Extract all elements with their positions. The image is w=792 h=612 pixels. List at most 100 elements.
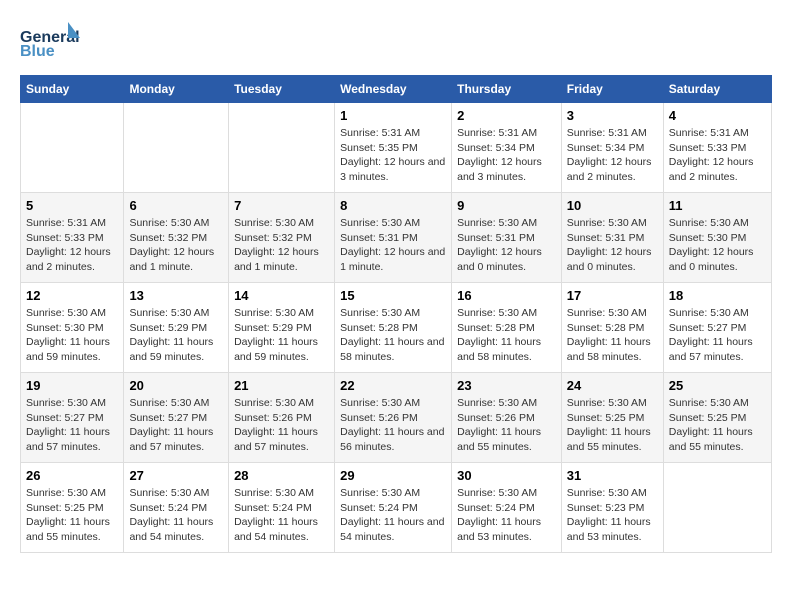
day-number: 10	[567, 198, 658, 213]
day-number: 23	[457, 378, 556, 393]
calendar-cell: 19 Sunrise: 5:30 AM Sunset: 5:27 PM Dayli…	[21, 373, 124, 463]
calendar-table: SundayMondayTuesdayWednesdayThursdayFrid…	[20, 75, 772, 553]
page-header: General Blue	[20, 20, 772, 65]
calendar-cell: 10 Sunrise: 5:30 AM Sunset: 5:31 PM Dayli…	[561, 193, 663, 283]
calendar-cell: 31Sunrise: 5:30 AM Sunset: 5:23 PM Dayli…	[561, 463, 663, 553]
day-number: 2	[457, 108, 556, 123]
day-info: Sunrise: 5:30 AM Sunset: 5:24 PM Dayligh…	[340, 486, 446, 545]
day-info: Sunrise: 5:30 AM Sunset: 5:27 PM Dayligh…	[129, 396, 223, 455]
calendar-cell: 12 Sunrise: 5:30 AM Sunset: 5:30 PM Dayli…	[21, 283, 124, 373]
header-thursday: Thursday	[452, 76, 562, 103]
day-number: 27	[129, 468, 223, 483]
calendar-cell: 26 Sunrise: 5:30 AM Sunset: 5:25 PM Dayli…	[21, 463, 124, 553]
header-wednesday: Wednesday	[335, 76, 452, 103]
svg-text:Blue: Blue	[20, 43, 55, 60]
calendar-cell: 21 Sunrise: 5:30 AM Sunset: 5:26 PM Dayli…	[229, 373, 335, 463]
calendar-cell: 14 Sunrise: 5:30 AM Sunset: 5:29 PM Dayli…	[229, 283, 335, 373]
calendar-cell: 6Sunrise: 5:30 AM Sunset: 5:32 PM Daylig…	[124, 193, 229, 283]
calendar-cell: 22Sunrise: 5:30 AM Sunset: 5:26 PM Dayli…	[335, 373, 452, 463]
calendar-cell: 11Sunrise: 5:30 AM Sunset: 5:30 PM Dayli…	[663, 193, 771, 283]
day-info: Sunrise: 5:30 AM Sunset: 5:24 PM Dayligh…	[234, 486, 329, 545]
calendar-cell: 5 Sunrise: 5:31 AM Sunset: 5:33 PM Daylig…	[21, 193, 124, 283]
day-info: Sunrise: 5:30 AM Sunset: 5:26 PM Dayligh…	[457, 396, 556, 455]
calendar-cell: 13 Sunrise: 5:30 AM Sunset: 5:29 PM Dayli…	[124, 283, 229, 373]
calendar-cell	[229, 103, 335, 193]
calendar-cell: 15 Sunrise: 5:30 AM Sunset: 5:28 PM Dayli…	[335, 283, 452, 373]
day-info: Sunrise: 5:30 AM Sunset: 5:24 PM Dayligh…	[457, 486, 556, 545]
logo: General Blue	[20, 20, 80, 65]
day-info: Sunrise: 5:30 AM Sunset: 5:29 PM Dayligh…	[234, 306, 329, 365]
header-monday: Monday	[124, 76, 229, 103]
calendar-cell: 29 Sunrise: 5:30 AM Sunset: 5:24 PM Dayli…	[335, 463, 452, 553]
calendar-cell: 28Sunrise: 5:30 AM Sunset: 5:24 PM Dayli…	[229, 463, 335, 553]
calendar-cell: 18 Sunrise: 5:30 AM Sunset: 5:27 PM Dayli…	[663, 283, 771, 373]
day-info: Sunrise: 5:31 AM Sunset: 5:35 PM Dayligh…	[340, 126, 446, 185]
day-info: Sunrise: 5:30 AM Sunset: 5:27 PM Dayligh…	[669, 306, 766, 365]
calendar-cell: 4 Sunrise: 5:31 AM Sunset: 5:33 PM Daylig…	[663, 103, 771, 193]
day-info: Sunrise: 5:30 AM Sunset: 5:32 PM Dayligh…	[234, 216, 329, 275]
day-info: Sunrise: 5:30 AM Sunset: 5:26 PM Dayligh…	[340, 396, 446, 455]
day-info: Sunrise: 5:30 AM Sunset: 5:26 PM Dayligh…	[234, 396, 329, 455]
calendar-cell: 7Sunrise: 5:30 AM Sunset: 5:32 PM Daylig…	[229, 193, 335, 283]
day-number: 18	[669, 288, 766, 303]
day-info: Sunrise: 5:31 AM Sunset: 5:34 PM Dayligh…	[567, 126, 658, 185]
day-number: 29	[340, 468, 446, 483]
calendar-cell	[124, 103, 229, 193]
header-friday: Friday	[561, 76, 663, 103]
day-number: 1	[340, 108, 446, 123]
day-info: Sunrise: 5:30 AM Sunset: 5:30 PM Dayligh…	[26, 306, 118, 365]
calendar-cell: 25 Sunrise: 5:30 AM Sunset: 5:25 PM Dayli…	[663, 373, 771, 463]
calendar-cell: 23 Sunrise: 5:30 AM Sunset: 5:26 PM Dayli…	[452, 373, 562, 463]
header-tuesday: Tuesday	[229, 76, 335, 103]
calendar-cell: 20 Sunrise: 5:30 AM Sunset: 5:27 PM Dayli…	[124, 373, 229, 463]
calendar-cell: 8 Sunrise: 5:30 AM Sunset: 5:31 PM Daylig…	[335, 193, 452, 283]
day-info: Sunrise: 5:31 AM Sunset: 5:33 PM Dayligh…	[26, 216, 118, 275]
day-number: 17	[567, 288, 658, 303]
calendar-cell	[21, 103, 124, 193]
day-number: 9	[457, 198, 556, 213]
day-number: 13	[129, 288, 223, 303]
week-row-2: 5 Sunrise: 5:31 AM Sunset: 5:33 PM Daylig…	[21, 193, 772, 283]
header-saturday: Saturday	[663, 76, 771, 103]
calendar-cell	[663, 463, 771, 553]
day-number: 19	[26, 378, 118, 393]
week-row-3: 12 Sunrise: 5:30 AM Sunset: 5:30 PM Dayli…	[21, 283, 772, 373]
calendar-cell: 16 Sunrise: 5:30 AM Sunset: 5:28 PM Dayli…	[452, 283, 562, 373]
calendar-cell: 30Sunrise: 5:30 AM Sunset: 5:24 PM Dayli…	[452, 463, 562, 553]
day-info: Sunrise: 5:30 AM Sunset: 5:25 PM Dayligh…	[26, 486, 118, 545]
day-number: 5	[26, 198, 118, 213]
day-number: 14	[234, 288, 329, 303]
day-number: 24	[567, 378, 658, 393]
day-info: Sunrise: 5:30 AM Sunset: 5:32 PM Dayligh…	[129, 216, 223, 275]
day-info: Sunrise: 5:30 AM Sunset: 5:28 PM Dayligh…	[340, 306, 446, 365]
day-info: Sunrise: 5:31 AM Sunset: 5:33 PM Dayligh…	[669, 126, 766, 185]
day-number: 8	[340, 198, 446, 213]
day-number: 4	[669, 108, 766, 123]
day-number: 21	[234, 378, 329, 393]
day-info: Sunrise: 5:30 AM Sunset: 5:27 PM Dayligh…	[26, 396, 118, 455]
day-info: Sunrise: 5:30 AM Sunset: 5:28 PM Dayligh…	[567, 306, 658, 365]
day-number: 15	[340, 288, 446, 303]
day-info: Sunrise: 5:30 AM Sunset: 5:29 PM Dayligh…	[129, 306, 223, 365]
day-number: 3	[567, 108, 658, 123]
day-number: 26	[26, 468, 118, 483]
calendar-cell: 9Sunrise: 5:30 AM Sunset: 5:31 PM Daylig…	[452, 193, 562, 283]
day-info: Sunrise: 5:30 AM Sunset: 5:31 PM Dayligh…	[340, 216, 446, 275]
calendar-cell: 17 Sunrise: 5:30 AM Sunset: 5:28 PM Dayli…	[561, 283, 663, 373]
calendar-cell: 24 Sunrise: 5:30 AM Sunset: 5:25 PM Dayli…	[561, 373, 663, 463]
day-info: Sunrise: 5:30 AM Sunset: 5:25 PM Dayligh…	[567, 396, 658, 455]
day-number: 20	[129, 378, 223, 393]
day-number: 12	[26, 288, 118, 303]
day-number: 16	[457, 288, 556, 303]
day-info: Sunrise: 5:30 AM Sunset: 5:25 PM Dayligh…	[669, 396, 766, 455]
day-number: 11	[669, 198, 766, 213]
day-number: 25	[669, 378, 766, 393]
calendar-cell: 2 Sunrise: 5:31 AM Sunset: 5:34 PM Daylig…	[452, 103, 562, 193]
week-row-1: 1 Sunrise: 5:31 AM Sunset: 5:35 PM Daylig…	[21, 103, 772, 193]
day-info: Sunrise: 5:31 AM Sunset: 5:34 PM Dayligh…	[457, 126, 556, 185]
day-info: Sunrise: 5:30 AM Sunset: 5:31 PM Dayligh…	[567, 216, 658, 275]
day-number: 31	[567, 468, 658, 483]
day-info: Sunrise: 5:30 AM Sunset: 5:28 PM Dayligh…	[457, 306, 556, 365]
header-sunday: Sunday	[21, 76, 124, 103]
day-info: Sunrise: 5:30 AM Sunset: 5:24 PM Dayligh…	[129, 486, 223, 545]
